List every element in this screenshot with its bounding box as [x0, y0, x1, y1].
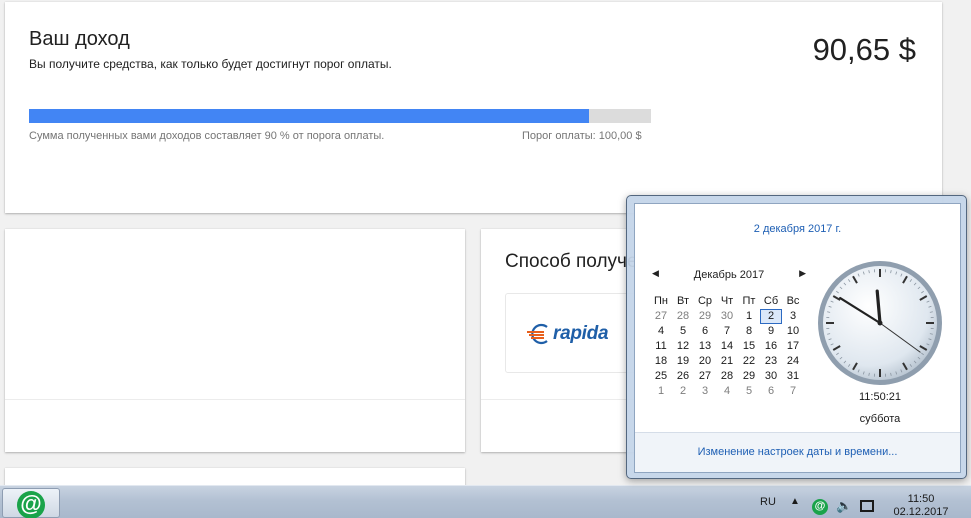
calendar-day[interactable]: 29 — [738, 369, 760, 384]
calendar-day[interactable]: 27 — [650, 309, 672, 324]
calendar-day[interactable]: 7 — [782, 384, 804, 399]
mail-agent-taskbar-button[interactable]: @ — [2, 488, 60, 518]
calendar-month-label[interactable]: Декабрь 2017 — [652, 269, 806, 281]
payment-progress-fill — [29, 109, 589, 123]
taskbar-date: 02.12.2017 — [893, 506, 949, 518]
calendar-day[interactable]: 1 — [738, 309, 760, 324]
calendar-day[interactable]: 6 — [694, 324, 716, 339]
current-date-link[interactable]: 2 декабря 2017 г. — [635, 223, 960, 235]
calendar-day[interactable]: 18 — [650, 354, 672, 369]
rapida-logo: rapida — [526, 322, 609, 346]
income-amount: 90,65 $ — [812, 32, 916, 67]
calendar-day[interactable]: 22 — [738, 354, 760, 369]
calendar-day-selected[interactable]: 2 — [760, 309, 782, 324]
calendar-day[interactable]: 30 — [760, 369, 782, 384]
weekday-header-row: Пн Вт Ср Чт Пт Сб Вс — [650, 294, 806, 309]
digital-time: 11:50:21 — [858, 391, 901, 403]
calendar-day[interactable]: 16 — [760, 339, 782, 354]
rapida-logo-icon — [527, 323, 548, 345]
calendar-day[interactable]: 15 — [738, 339, 760, 354]
calendar-day[interactable]: 30 — [716, 309, 738, 324]
language-indicator[interactable]: RU — [760, 496, 776, 508]
calendar-day[interactable]: 29 — [694, 309, 716, 324]
calendar-day[interactable]: 23 — [760, 354, 782, 369]
calendar-day[interactable]: 8 — [738, 324, 760, 339]
calendar-week-row: 1234567 — [650, 384, 806, 399]
calendar-day[interactable]: 9 — [760, 324, 782, 339]
income-title: Ваш доход — [29, 28, 130, 50]
weekday-label: Пт — [742, 295, 756, 307]
calendar-day[interactable]: 17 — [782, 339, 804, 354]
calendar-week-row: 4 5 6 7 8 9 10 — [650, 324, 806, 339]
calendar-day[interactable]: 10 — [782, 324, 804, 339]
calendar-day[interactable]: 11 — [650, 339, 672, 354]
card-divider — [5, 399, 465, 400]
current-weekday: суббота — [859, 413, 901, 425]
calendar-grid: Пн Вт Ср Чт Пт Сб Вс 27 28 29 30 1 2 3 4 5 6 7 8 9 10… — [650, 294, 806, 399]
calendar-day[interactable]: 26 — [672, 369, 694, 384]
calendar-week-row: 27 28 29 30 1 2 3 — [650, 309, 806, 324]
calendar-day[interactable]: 5 — [738, 384, 760, 399]
calendar-day[interactable]: 19 — [672, 354, 694, 369]
rapida-logo-text: rapida — [553, 323, 609, 344]
calendar-day[interactable]: 5 — [672, 324, 694, 339]
calendar-day[interactable]: 7 — [716, 324, 738, 339]
threshold-note: Порог оплаты: 100,00 $ — [522, 130, 642, 142]
tray-mail-icon[interactable]: @ — [812, 499, 828, 515]
progress-note: Сумма полученных вами доходов составляет… — [29, 130, 385, 142]
taskbar: @ RU ▲ @ 🔈 11:50 02.12.2017 — [0, 485, 971, 518]
date-time-flyout: 2 декабря 2017 г. ◀ Декабрь 2017 ▶ Пн Вт… — [626, 195, 967, 479]
speaker-icon[interactable]: 🔈 — [836, 498, 852, 514]
taskbar-clock[interactable]: 11:50 02.12.2017 — [891, 493, 951, 518]
calendar-day[interactable]: 13 — [694, 339, 716, 354]
income-subtitle: Вы получите средства, как только будет д… — [29, 57, 392, 71]
weekday-label: Ср — [697, 295, 713, 307]
calendar-day[interactable]: 4 — [650, 324, 672, 339]
show-hidden-icons-button[interactable]: ▲ — [790, 496, 800, 507]
calendar-day[interactable]: 6 — [760, 384, 782, 399]
calendar-panel: 2 декабря 2017 г. ◀ Декабрь 2017 ▶ Пн Вт… — [634, 203, 961, 473]
clock-center — [877, 320, 883, 326]
calendar-day[interactable]: 1 — [650, 384, 672, 399]
network-icon[interactable] — [860, 500, 874, 512]
calendar-day[interactable]: 14 — [716, 339, 738, 354]
weekday-label: Чт — [720, 295, 734, 307]
empty-card — [5, 229, 465, 452]
calendar-month-header: ◀ Декабрь 2017 ▶ — [652, 268, 806, 282]
calendar-day[interactable]: 24 — [782, 354, 804, 369]
calendar-day[interactable]: 20 — [694, 354, 716, 369]
next-month-arrow-icon[interactable]: ▶ — [799, 268, 806, 279]
calendar-week-row: 18 19 20 21 22 23 24 — [650, 354, 806, 369]
calendar-day[interactable]: 3 — [694, 384, 716, 399]
weekday-label: Пн — [654, 295, 668, 307]
calendar-day[interactable]: 31 — [782, 369, 804, 384]
calendar-day[interactable]: 28 — [716, 369, 738, 384]
calendar-footer: Изменение настроек даты и времени... — [635, 432, 960, 472]
payment-progress-bar — [29, 109, 651, 123]
taskbar-time: 11:50 — [907, 493, 935, 505]
calendar-day[interactable]: 2 — [672, 384, 694, 399]
analog-clock — [818, 261, 942, 385]
weekday-label: Вт — [676, 295, 689, 307]
calendar-week-row: 25 26 27 28 29 30 31 — [650, 369, 806, 384]
calendar-day[interactable]: 12 — [672, 339, 694, 354]
calendar-day[interactable]: 3 — [782, 309, 804, 324]
change-date-time-settings-link[interactable]: Изменение настроек даты и времени... — [635, 446, 960, 458]
weekday-label: Вс — [786, 295, 800, 307]
calendar-day[interactable]: 28 — [672, 309, 694, 324]
calendar-day[interactable]: 25 — [650, 369, 672, 384]
calendar-day[interactable]: 4 — [716, 384, 738, 399]
calendar-day[interactable]: 21 — [716, 354, 738, 369]
calendar-day[interactable]: 27 — [694, 369, 716, 384]
calendar-week-row: 11 12 13 14 15 16 17 — [650, 339, 806, 354]
income-card: Ваш доход Вы получите средства, как толь… — [5, 2, 942, 213]
weekday-label: Сб — [763, 295, 779, 307]
mail-ru-agent-icon: @ — [17, 491, 45, 518]
